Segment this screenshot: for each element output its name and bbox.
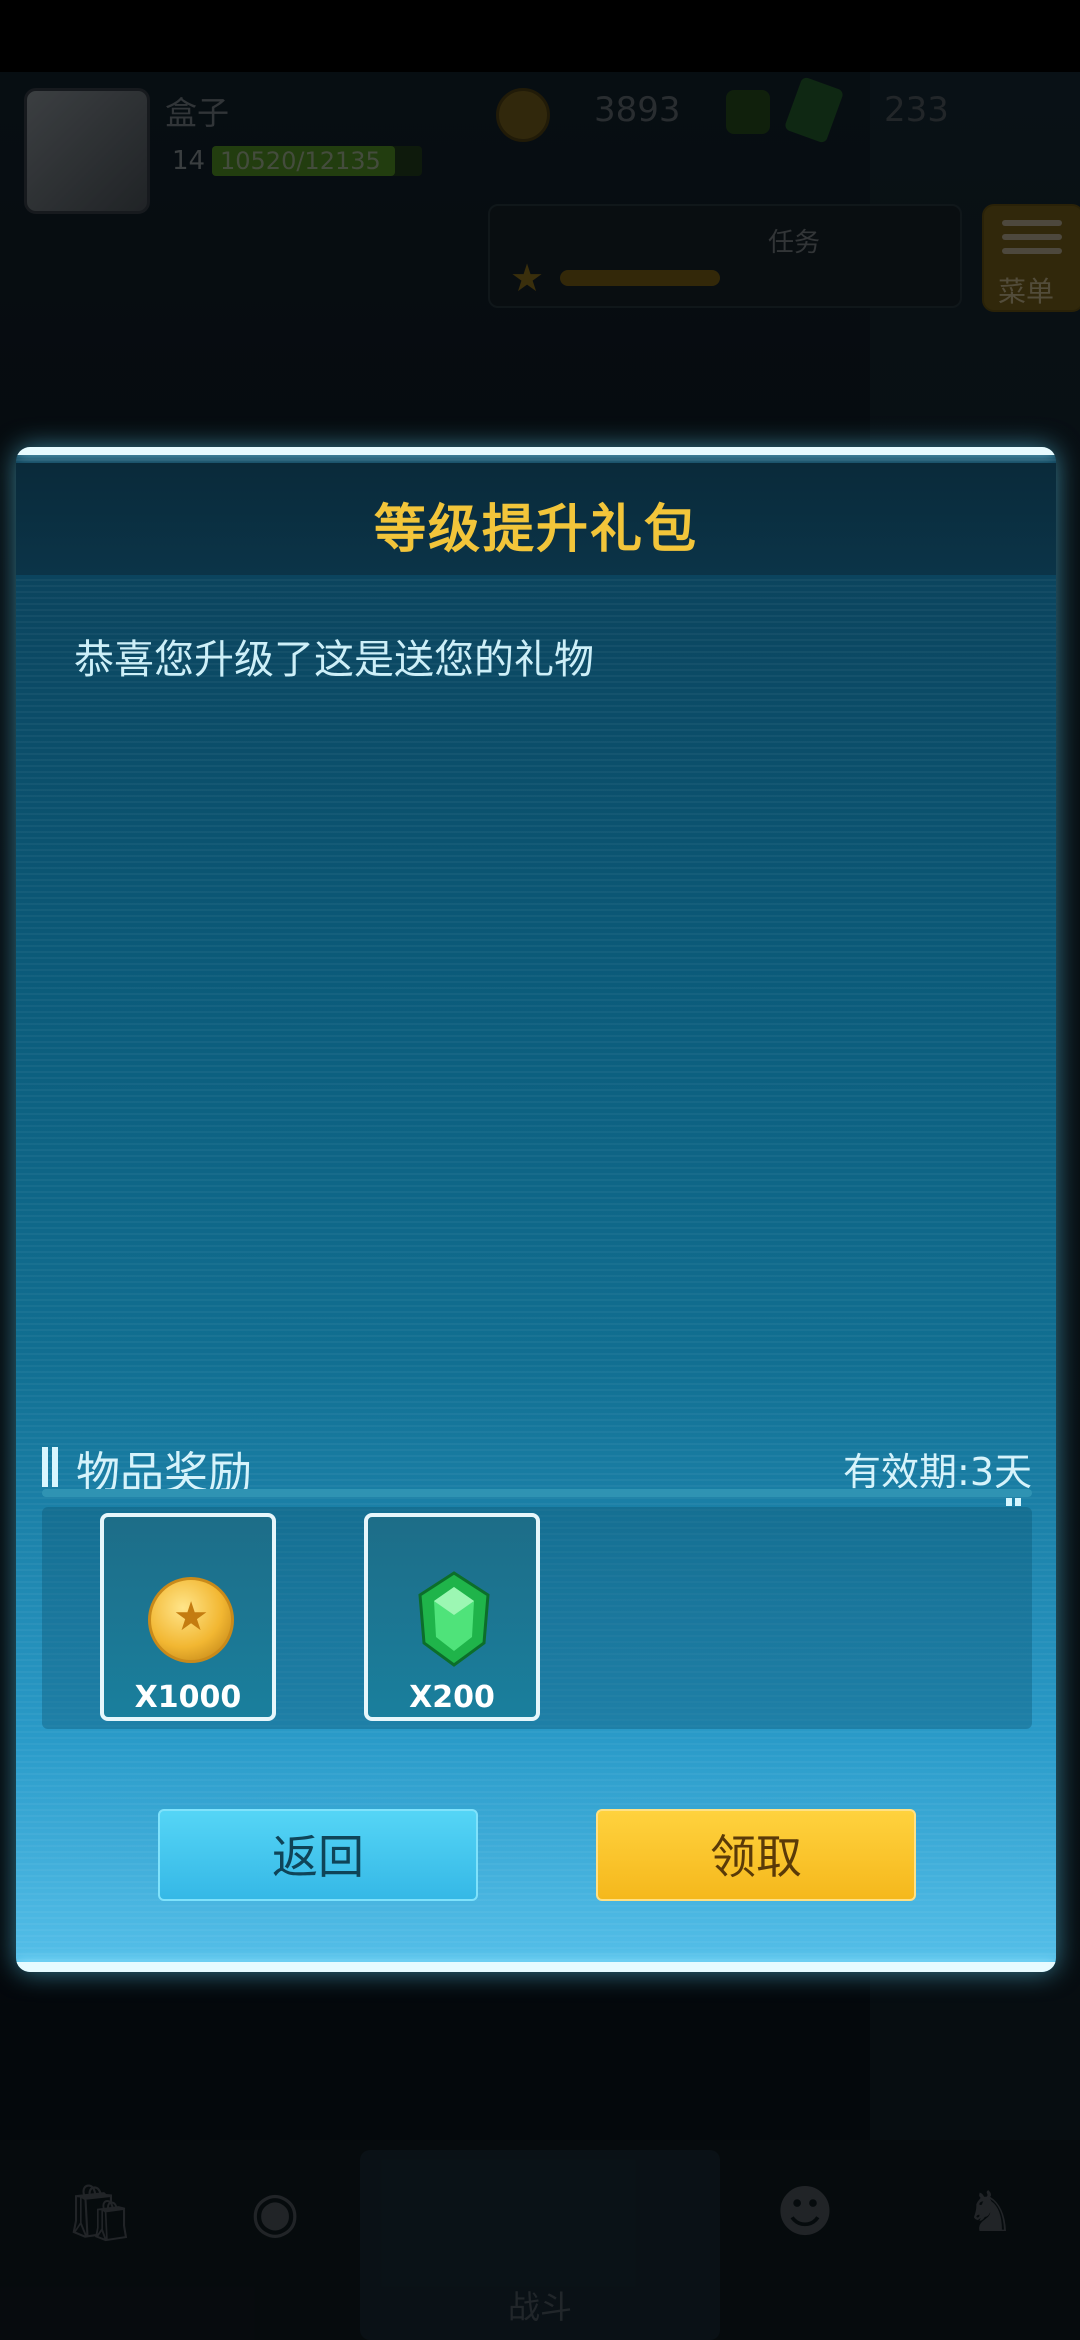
reward-section-header: 物品奖励 有效期:3天 (42, 1437, 1032, 1499)
dialog-bottom-border (16, 1962, 1056, 1972)
back-button[interactable]: 返回 (158, 1809, 478, 1901)
reward-item-coin[interactable]: ★ X1000 (100, 1513, 276, 1721)
dialog-header: 等级提升礼包 (16, 463, 1056, 575)
validity-text: 有效期:3天 (843, 1450, 1032, 1494)
section-marker-icon (42, 1447, 60, 1487)
gold-coin-icon: ★ (148, 1577, 234, 1663)
item-quantity: X1000 (134, 1680, 242, 1715)
dialog-top-border (16, 447, 1056, 455)
dialog-message: 恭喜您升级了这是送您的礼物 (74, 637, 594, 683)
green-gem-icon (418, 1571, 490, 1667)
claim-button[interactable]: 领取 (596, 1809, 916, 1901)
level-up-gift-dialog: 等级提升礼包 恭喜您升级了这是送您的礼物 物品奖励 有效期:3天 ★ X1000… (16, 447, 1056, 1972)
item-quantity: X200 (409, 1680, 495, 1715)
reward-item-gem[interactable]: X200 (364, 1513, 540, 1721)
dialog-title: 等级提升礼包 (373, 500, 698, 560)
section-divider (42, 1489, 1032, 1497)
divider-dots (1006, 1491, 1026, 1506)
